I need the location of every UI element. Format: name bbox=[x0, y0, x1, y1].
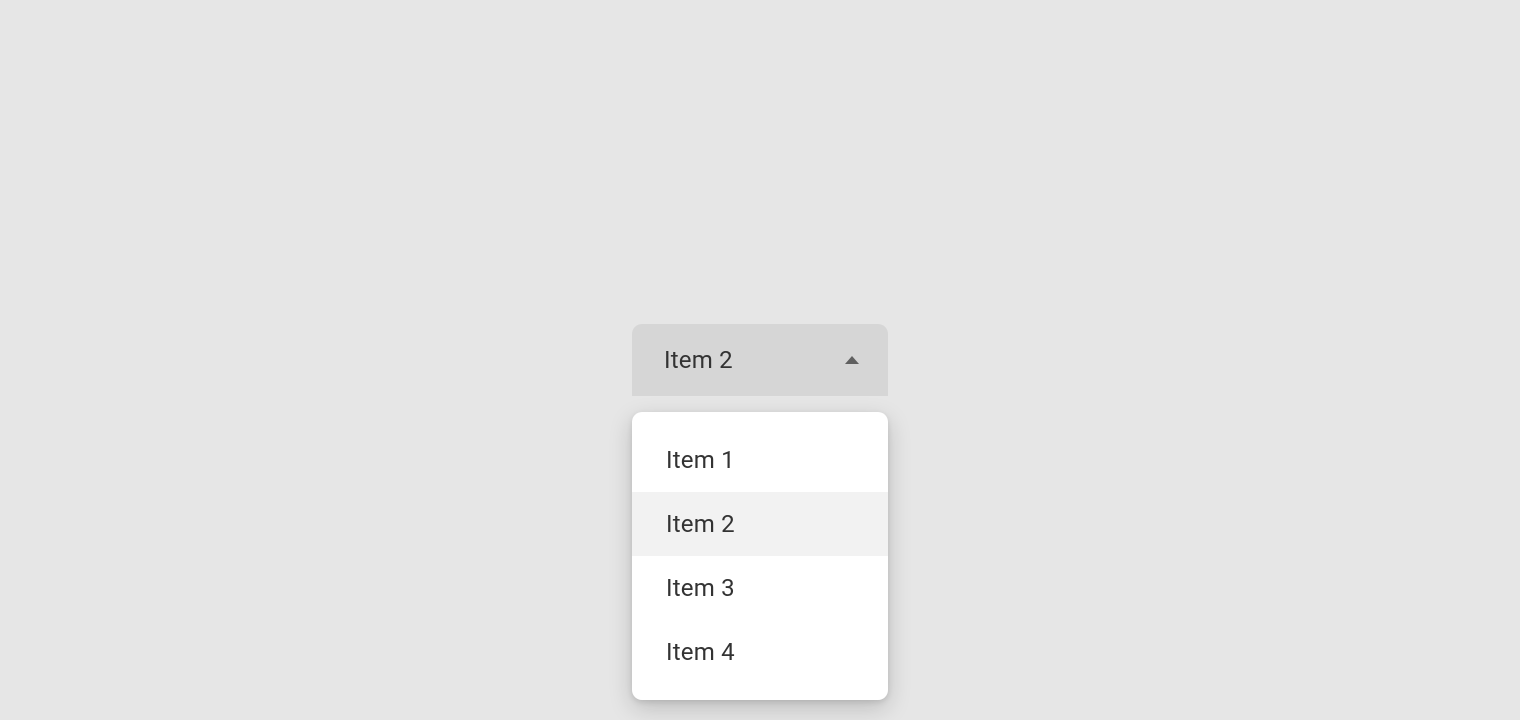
dropdown-option-label: Item 3 bbox=[666, 574, 735, 602]
dropdown: Item 2 Item 1 Item 2 Item 3 Item 4 bbox=[632, 324, 888, 396]
dropdown-option-4[interactable]: Item 4 bbox=[632, 620, 888, 684]
dropdown-option-2[interactable]: Item 2 bbox=[632, 492, 888, 556]
dropdown-option-label: Item 4 bbox=[666, 638, 735, 666]
dropdown-trigger[interactable]: Item 2 bbox=[632, 324, 888, 396]
dropdown-selected-label: Item 2 bbox=[664, 346, 733, 374]
dropdown-option-label: Item 2 bbox=[666, 510, 735, 538]
dropdown-list: Item 1 Item 2 Item 3 Item 4 bbox=[632, 412, 888, 700]
dropdown-option-label: Item 1 bbox=[666, 446, 735, 474]
dropdown-option-1[interactable]: Item 1 bbox=[632, 428, 888, 492]
chevron-up-icon bbox=[842, 354, 862, 366]
dropdown-option-3[interactable]: Item 3 bbox=[632, 556, 888, 620]
